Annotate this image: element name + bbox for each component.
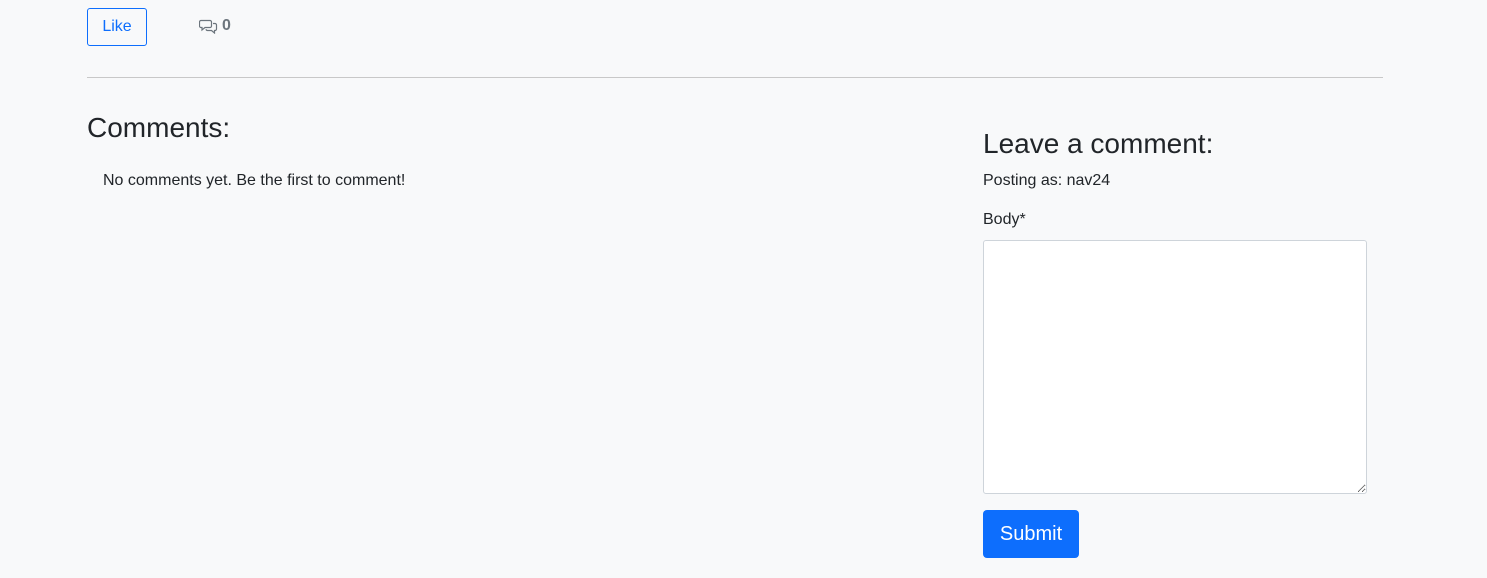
no-comments-message: No comments yet. Be the first to comment… xyxy=(103,172,406,189)
leave-comment-heading: Leave a comment: xyxy=(983,128,1214,159)
comment-count-value: 0 xyxy=(222,17,231,34)
submit-button[interactable]: Submit xyxy=(983,510,1079,558)
like-button[interactable]: Like xyxy=(87,8,147,46)
comments-heading: Comments: xyxy=(87,112,231,143)
comment-body-textarea[interactable] xyxy=(983,240,1367,494)
post-detail-page: Like 0 Comments: No comments yet. Be the… xyxy=(0,0,1487,578)
posting-as-text: Posting as: nav24 xyxy=(983,172,1111,189)
chat-bubbles-icon xyxy=(199,18,218,34)
comment-count: 0 xyxy=(199,16,231,36)
section-divider xyxy=(87,77,1383,78)
body-label: Body* xyxy=(983,211,1026,228)
